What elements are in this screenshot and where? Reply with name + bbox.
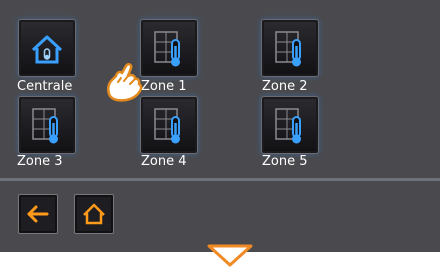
home-button[interactable] <box>74 194 114 234</box>
tile-zone-2[interactable] <box>261 19 319 77</box>
thermostat-window-icon <box>275 108 301 144</box>
tile-label-zone-1: Zone 1 <box>141 79 187 94</box>
home-outline-icon <box>83 203 105 225</box>
tile-label-zone-2: Zone 2 <box>262 79 308 94</box>
thermostat-window-icon <box>32 108 58 144</box>
triangle-down-icon <box>207 244 253 267</box>
tile-zone-4[interactable] <box>140 96 198 154</box>
thermostat-window-icon <box>154 108 180 144</box>
back-button[interactable] <box>18 194 58 234</box>
arrow-left-icon <box>27 205 49 223</box>
tile-zone-5[interactable] <box>261 96 319 154</box>
thermostat-window-icon <box>154 31 180 67</box>
tile-centrale[interactable] <box>18 19 76 77</box>
tile-zone-3[interactable] <box>18 96 76 154</box>
tile-label-zone-5: Zone 5 <box>262 154 308 169</box>
thermostat-window-icon <box>275 31 301 67</box>
hand-pointer-icon <box>107 63 143 102</box>
home-icon <box>31 35 63 64</box>
tile-label-zone-4: Zone 4 <box>141 154 187 169</box>
tile-zone-1[interactable] <box>140 19 198 77</box>
tile-label-centrale: Centrale <box>17 79 73 94</box>
control-panel: Centrale Zone 1 Zone 2 Zone 3 Zone 4 Zon… <box>0 0 440 252</box>
tile-label-zone-3: Zone 3 <box>17 154 63 169</box>
divider <box>0 178 440 181</box>
